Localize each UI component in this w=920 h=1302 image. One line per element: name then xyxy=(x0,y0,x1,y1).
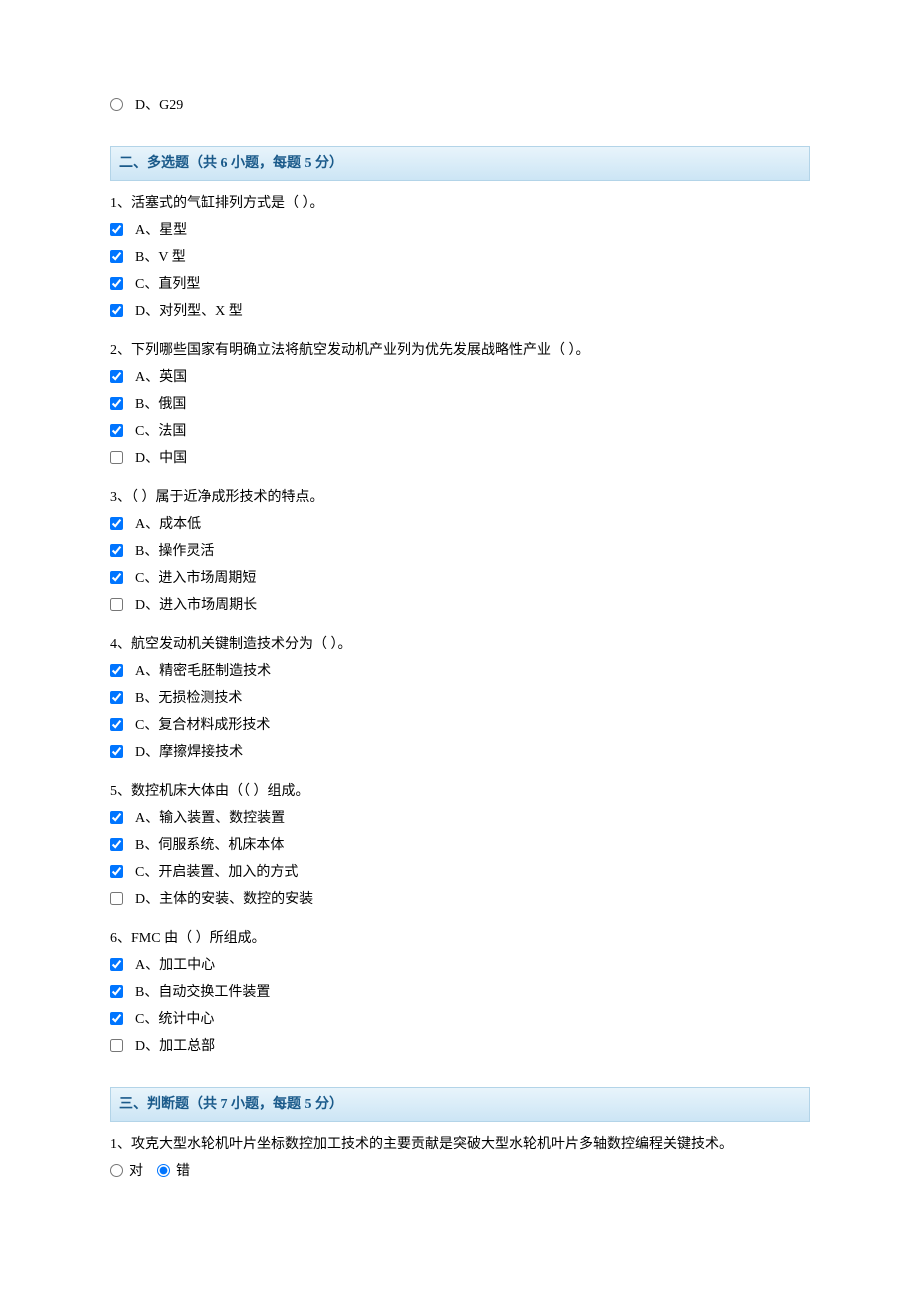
option-row: D、主体的安装、数控的安装 xyxy=(110,889,810,910)
section2-question: 4、航空发动机关键制造技术分为（ ）。 A、精密毛胚制造技术 B、无损检测技术 C、复… xyxy=(110,634,810,763)
option-checkbox[interactable] xyxy=(110,1039,123,1052)
option-row: B、自动交换工件装置 xyxy=(110,982,810,1003)
option-label: C、开启装置、加入的方式 xyxy=(135,862,298,883)
option-row: A、成本低 xyxy=(110,514,810,535)
option-checkbox[interactable] xyxy=(110,544,123,557)
option-row: B、伺服系统、机床本体 xyxy=(110,835,810,856)
section2-question: 1、活塞式的气缸排列方式是（ ）。 A、星型 B、V 型 C、直列型 D、对列型、X 型 xyxy=(110,193,810,322)
option-row: C、直列型 xyxy=(110,274,810,295)
option-row: A、输入装置、数控装置 xyxy=(110,808,810,829)
section2-question: 5、数控机床大体由（（ ）组成。 A、输入装置、数控装置 B、伺服系统、机床本体 C、… xyxy=(110,781,810,910)
question-text: 2、下列哪些国家有明确立法将航空发动机产业列为优先发展战略性产业（ ）。 xyxy=(110,340,810,361)
option-label: B、伺服系统、机床本体 xyxy=(135,835,284,856)
option-checkbox[interactable] xyxy=(110,1012,123,1025)
tf-row: 对错 xyxy=(110,1161,810,1182)
option-row: D、中国 xyxy=(110,448,810,469)
option-label: D、摩擦焊接技术 xyxy=(135,742,243,763)
option-checkbox[interactable] xyxy=(110,304,123,317)
option-row: C、统计中心 xyxy=(110,1009,810,1030)
section2-question: 6、FMC 由（ ）所组成。 A、加工中心 B、自动交换工件装置 C、统计中心 D、加工… xyxy=(110,928,810,1057)
option-label: B、V 型 xyxy=(135,247,186,268)
option-label: B、自动交换工件装置 xyxy=(135,982,270,1003)
option-label: D、加工总部 xyxy=(135,1036,215,1057)
option-row: C、复合材料成形技术 xyxy=(110,715,810,736)
question-text: 3、（ ）属于近净成形技术的特点。 xyxy=(110,487,810,508)
option-checkbox[interactable] xyxy=(110,223,123,236)
option-checkbox[interactable] xyxy=(110,958,123,971)
option-row: D、进入市场周期长 xyxy=(110,595,810,616)
option-row: B、操作灵活 xyxy=(110,541,810,562)
option-row: A、加工中心 xyxy=(110,955,810,976)
option-checkbox[interactable] xyxy=(110,397,123,410)
option-row: D、对列型、X 型 xyxy=(110,301,810,322)
option-label: C、进入市场周期短 xyxy=(135,568,256,589)
option-label: C、复合材料成形技术 xyxy=(135,715,270,736)
option-checkbox[interactable] xyxy=(110,424,123,437)
option-checkbox[interactable] xyxy=(110,892,123,905)
tf-true-radio[interactable] xyxy=(110,1164,123,1177)
option-label: B、操作灵活 xyxy=(135,541,214,562)
option-label: C、法国 xyxy=(135,421,186,442)
option-row: D、摩擦焊接技术 xyxy=(110,742,810,763)
option-row: C、法国 xyxy=(110,421,810,442)
option-row: A、精密毛胚制造技术 xyxy=(110,661,810,682)
option-label: A、加工中心 xyxy=(135,955,215,976)
option-row: B、无损检测技术 xyxy=(110,688,810,709)
tf-false-label: 错 xyxy=(176,1161,190,1182)
option-label: C、直列型 xyxy=(135,274,200,295)
option-row: D、加工总部 xyxy=(110,1036,810,1057)
option-checkbox[interactable] xyxy=(110,664,123,677)
section2-question: 2、下列哪些国家有明确立法将航空发动机产业列为优先发展战略性产业（ ）。 A、英国… xyxy=(110,340,810,469)
tf-false-radio[interactable] xyxy=(157,1164,170,1177)
section-3-header: 三、判断题（共 7 小题，每题 5 分） xyxy=(110,1087,810,1122)
option-label: D、中国 xyxy=(135,448,187,469)
option-label: A、精密毛胚制造技术 xyxy=(135,661,271,682)
option-checkbox[interactable] xyxy=(110,838,123,851)
option-row: C、开启装置、加入的方式 xyxy=(110,862,810,883)
option-checkbox[interactable] xyxy=(110,370,123,383)
option-row: A、星型 xyxy=(110,220,810,241)
option-label: B、无损检测技术 xyxy=(135,688,242,709)
option-checkbox[interactable] xyxy=(110,451,123,464)
option-checkbox[interactable] xyxy=(110,250,123,263)
option-label: A、英国 xyxy=(135,367,187,388)
option-checkbox[interactable] xyxy=(110,745,123,758)
option-label: C、统计中心 xyxy=(135,1009,214,1030)
section-2-header: 二、多选题（共 6 小题，每题 5 分） xyxy=(110,146,810,181)
prev-option-radio[interactable] xyxy=(110,98,123,111)
option-checkbox[interactable] xyxy=(110,598,123,611)
option-checkbox[interactable] xyxy=(110,517,123,530)
tf-true-label: 对 xyxy=(129,1161,143,1182)
prev-option-label: D、G29 xyxy=(135,95,183,116)
option-row: C、进入市场周期短 xyxy=(110,568,810,589)
option-label: A、星型 xyxy=(135,220,187,241)
prev-option-row: D、G29 xyxy=(110,95,810,116)
option-checkbox[interactable] xyxy=(110,571,123,584)
option-checkbox[interactable] xyxy=(110,691,123,704)
question-text: 1、活塞式的气缸排列方式是（ ）。 xyxy=(110,193,810,214)
option-checkbox[interactable] xyxy=(110,277,123,290)
option-checkbox[interactable] xyxy=(110,985,123,998)
option-checkbox[interactable] xyxy=(110,718,123,731)
option-checkbox[interactable] xyxy=(110,811,123,824)
option-label: D、进入市场周期长 xyxy=(135,595,257,616)
section3-question: 1、攻克大型水轮机叶片坐标数控加工技术的主要贡献是突破大型水轮机叶片多轴数控编程… xyxy=(110,1134,810,1182)
section2-question: 3、（ ）属于近净成形技术的特点。 A、成本低 B、操作灵活 C、进入市场周期短 D、进… xyxy=(110,487,810,616)
option-row: B、俄国 xyxy=(110,394,810,415)
option-checkbox[interactable] xyxy=(110,865,123,878)
option-label: B、俄国 xyxy=(135,394,186,415)
question-text: 5、数控机床大体由（（ ）组成。 xyxy=(110,781,810,802)
option-label: D、主体的安装、数控的安装 xyxy=(135,889,313,910)
question-text: 1、攻克大型水轮机叶片坐标数控加工技术的主要贡献是突破大型水轮机叶片多轴数控编程… xyxy=(110,1134,810,1155)
question-text: 4、航空发动机关键制造技术分为（ ）。 xyxy=(110,634,810,655)
option-row: A、英国 xyxy=(110,367,810,388)
option-label: A、输入装置、数控装置 xyxy=(135,808,285,829)
option-row: B、V 型 xyxy=(110,247,810,268)
question-text: 6、FMC 由（ ）所组成。 xyxy=(110,928,810,949)
option-label: A、成本低 xyxy=(135,514,201,535)
option-label: D、对列型、X 型 xyxy=(135,301,243,322)
